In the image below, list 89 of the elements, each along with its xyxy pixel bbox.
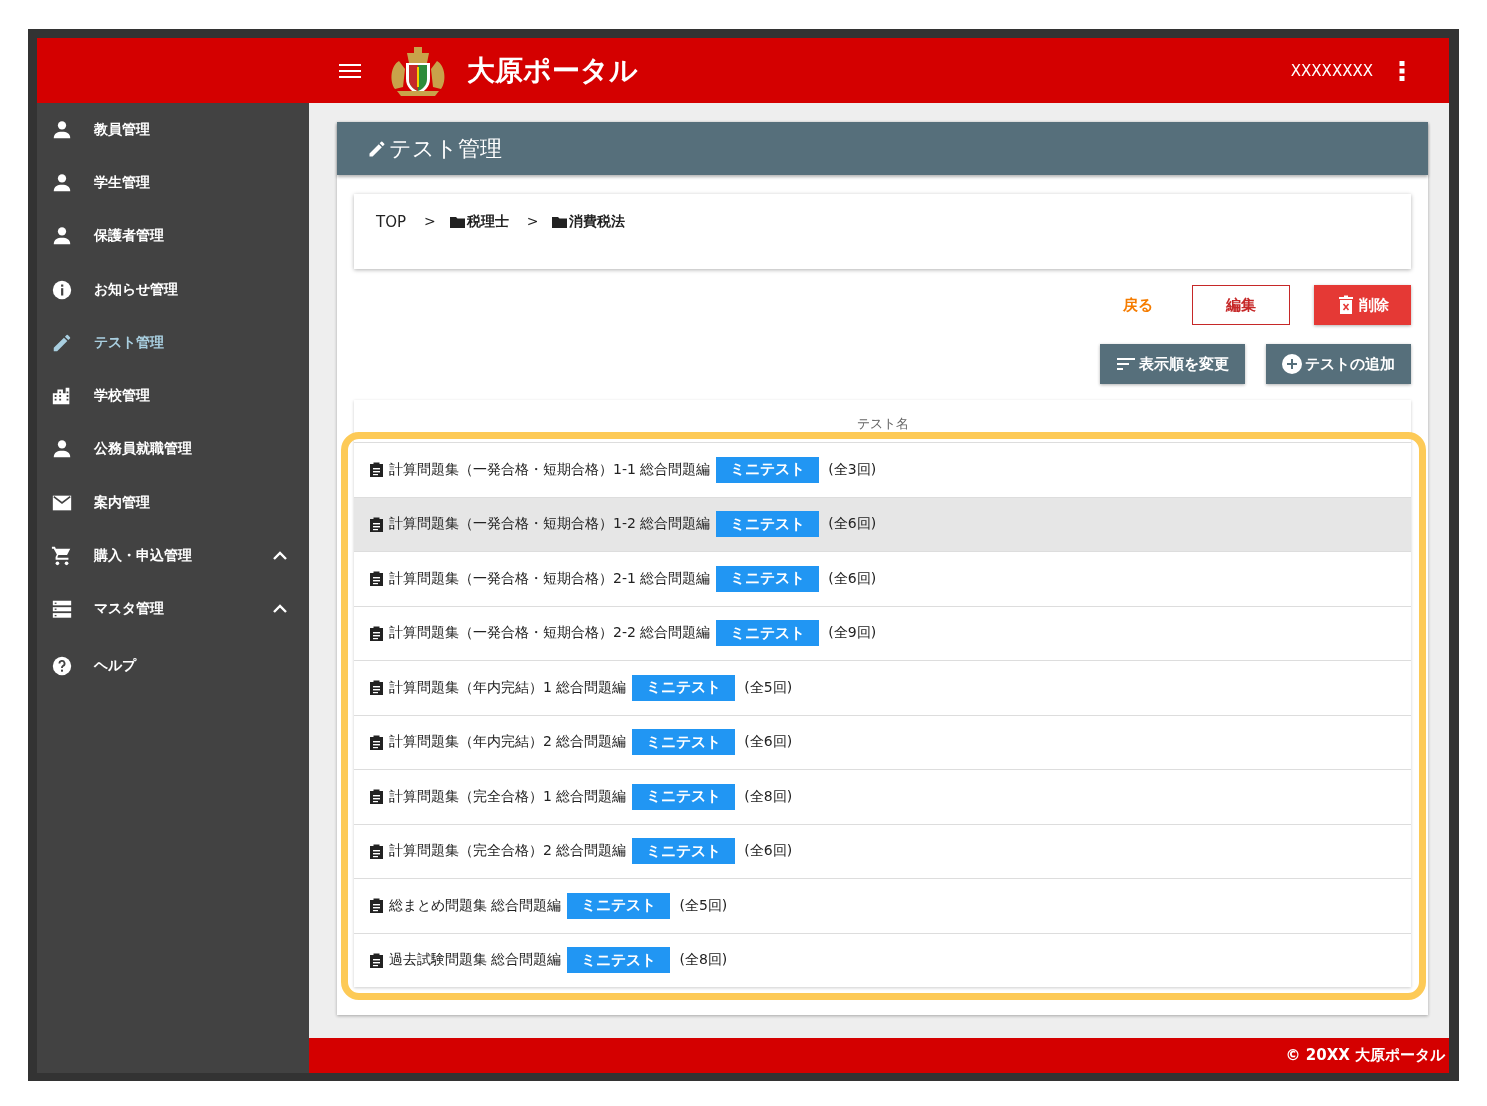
help-icon	[51, 654, 73, 677]
test-type-tag: ミニテスト	[716, 511, 820, 538]
sidebar-item[interactable]: テスト管理	[37, 316, 309, 370]
clipboard-icon	[370, 571, 383, 587]
test-name: 計算問題集（年内完結）2 総合問題編	[389, 733, 627, 752]
breadcrumb-link[interactable]: 税理士	[449, 213, 509, 231]
test-count: (全8回)	[744, 787, 793, 806]
folder-icon	[449, 216, 465, 228]
sidebar-item[interactable]: 学生管理	[37, 156, 309, 210]
edit-button[interactable]: 編集	[1192, 285, 1290, 325]
person-icon	[51, 118, 73, 141]
test-count: (全5回)	[744, 678, 793, 697]
clipboard-icon	[370, 952, 383, 968]
test-type-tag: ミニテスト	[716, 620, 820, 647]
page-title: テスト管理	[389, 134, 502, 163]
list-icon	[51, 598, 73, 621]
menu-icon[interactable]	[339, 62, 361, 79]
table-row[interactable]: 計算問題集（年内完結）1 総合問題編 ミニテスト (全5回)	[354, 660, 1411, 715]
test-count: (全6回)	[744, 733, 793, 752]
test-name: 計算問題集（一発合格・短期合格）1-1 総合問題編	[389, 460, 711, 479]
sidebar-item[interactable]: 教員管理	[37, 103, 309, 157]
breadcrumb-link[interactable]: TOP	[376, 213, 406, 231]
sidebar-item[interactable]: マスタ管理	[37, 582, 309, 636]
folder-icon	[552, 216, 568, 228]
test-type-tag: ミニテスト	[716, 565, 820, 592]
breadcrumb-separator: >	[526, 213, 539, 229]
test-count: (全6回)	[744, 842, 793, 861]
table-row[interactable]: 過去試験問題集 総合問題編 ミニテスト (全8回)	[354, 932, 1411, 987]
test-name: 計算問題集（完全合格）2 総合問題編	[389, 842, 627, 861]
clipboard-icon	[370, 734, 383, 750]
clipboard-icon	[370, 789, 383, 805]
test-type-tag: ミニテスト	[567, 947, 671, 974]
clipboard-icon	[370, 462, 383, 478]
table-row[interactable]: 計算問題集（完全合格）1 総合問題編 ミニテスト (全8回)	[354, 769, 1411, 824]
clipboard-icon	[370, 843, 383, 859]
test-name: 計算問題集（完全合格）1 総合問題編	[389, 787, 627, 806]
test-type-tag: ミニテスト	[632, 783, 736, 810]
test-count: (全8回)	[679, 951, 728, 970]
table-row[interactable]: 計算問題集（一発合格・短期合格）1-2 総合問題編 ミニテスト (全6回)	[354, 496, 1411, 551]
test-type-tag: ミニテスト	[716, 456, 820, 483]
sidebar-item[interactable]: 公務員就職管理	[37, 422, 309, 477]
table-row[interactable]: 計算問題集（一発合格・短期合格）2-2 総合問題編 ミニテスト (全9回)	[354, 605, 1411, 660]
test-type-tag: ミニテスト	[632, 838, 736, 865]
test-type-tag: ミニテスト	[567, 892, 671, 919]
more-icon[interactable]	[1399, 60, 1405, 81]
sidebar-item[interactable]: 購入・申込管理	[37, 529, 309, 583]
sidebar-item[interactable]: ヘルプ	[37, 635, 309, 696]
column-header: テスト名	[856, 415, 909, 433]
trash-icon	[1336, 295, 1356, 315]
test-name: 総まとめ問題集 総合問題編	[389, 896, 562, 915]
sidebar-item[interactable]: お知らせ管理	[37, 262, 309, 317]
chevron-up-icon[interactable]	[273, 551, 287, 561]
table-row[interactable]: 計算問題集（一発合格・短期合格）2-1 総合問題編 ミニテスト (全6回)	[354, 551, 1411, 606]
test-count: (全9回)	[828, 624, 877, 643]
clipboard-icon	[370, 625, 383, 641]
copyright-text: © 20XX 大原ポータル	[1285, 1046, 1445, 1065]
cart-icon	[51, 545, 73, 567]
chevron-up-icon[interactable]	[273, 604, 287, 615]
reorder-button[interactable]: 表示順を変更	[1100, 344, 1245, 384]
test-name: 計算問題集（一発合格・短期合格）2-2 総合問題編	[389, 624, 711, 643]
user-name: XXXXXXXX	[1290, 61, 1373, 80]
test-count: (全3回)	[828, 460, 877, 479]
sidebar-item[interactable]: 学校管理	[37, 369, 309, 423]
breadcrumb-separator: >	[424, 213, 436, 229]
test-type-tag: ミニテスト	[632, 674, 736, 701]
test-name: 計算問題集（年内完結）1 総合問題編	[389, 678, 627, 697]
table-row[interactable]: 計算問題集（年内完結）2 総合問題編 ミニテスト (全6回)	[354, 714, 1411, 769]
test-count: (全6回)	[828, 515, 877, 534]
test-name: 過去試験問題集 総合問題編	[389, 951, 562, 970]
clipboard-icon	[370, 898, 383, 914]
add-icon	[1282, 354, 1302, 374]
test-count: (全6回)	[828, 569, 877, 588]
test-count: (全5回)	[679, 896, 728, 915]
person-icon	[51, 171, 73, 194]
test-type-tag: ミニテスト	[632, 729, 736, 756]
delete-button[interactable]: 削除	[1314, 285, 1411, 325]
table-row[interactable]: 総まとめ問題集 総合問題編 ミニテスト (全5回)	[354, 878, 1411, 933]
sidebar-item[interactable]: 保護者管理	[37, 209, 309, 263]
test-name: 計算問題集（一発合格・短期合格）1-2 総合問題編	[389, 515, 711, 534]
test-name: 計算問題集（一発合格・短期合格）2-1 総合問題編	[389, 569, 711, 588]
add-test-button[interactable]: テストの追加	[1266, 344, 1411, 384]
breadcrumb-link[interactable]: 消費税法	[552, 213, 626, 231]
table-row[interactable]: 計算問題集（完全合格）2 総合問題編 ミニテスト (全6回)	[354, 823, 1411, 878]
table-row[interactable]: 計算問題集（一発合格・短期合格）1-1 総合問題編 ミニテスト (全3回)	[354, 442, 1411, 497]
info-icon	[51, 278, 73, 301]
app-title: 大原ポータル	[467, 52, 638, 89]
clipboard-icon	[370, 516, 383, 532]
sidebar-item[interactable]: 案内管理	[37, 476, 309, 530]
clipboard-icon	[370, 680, 383, 696]
